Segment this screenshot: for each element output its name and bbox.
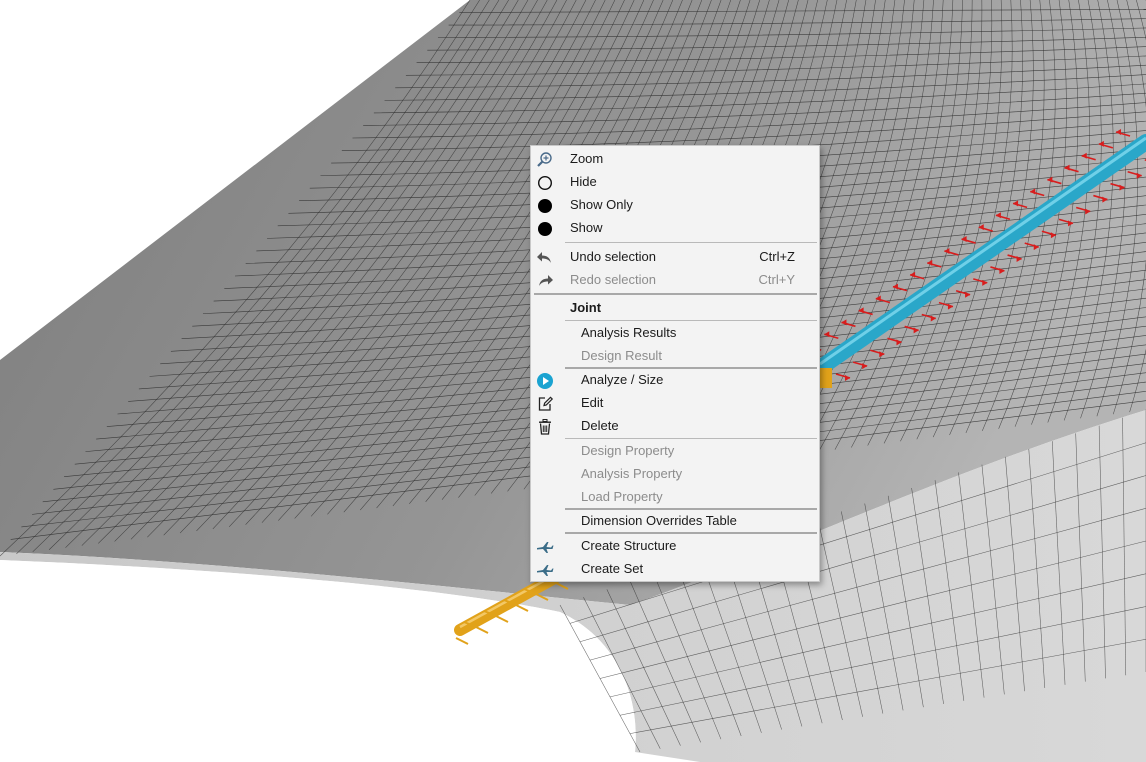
zoom-in-icon	[536, 151, 554, 169]
menu-header-label: Joint	[570, 300, 602, 315]
menu-item-create-structure[interactable]: Create Structure	[531, 535, 819, 558]
menu-item-delete[interactable]: Delete	[531, 415, 819, 438]
play-icon	[536, 372, 554, 390]
menu-separator	[565, 532, 817, 534]
menu-item-label: Load Property	[581, 489, 663, 504]
menu-item-redo-selection: Redo selection Ctrl+Y	[531, 269, 819, 292]
menu-separator	[534, 293, 817, 295]
menu-item-label: Hide	[570, 174, 597, 189]
hollow-circle-icon	[536, 174, 554, 192]
menu-item-label: Edit	[581, 395, 604, 410]
redo-icon	[536, 272, 554, 290]
menu-item-show[interactable]: Show	[531, 217, 819, 240]
menu-item-label: Analysis Property	[581, 466, 683, 481]
menu-separator	[565, 320, 817, 321]
menu-item-label: Show	[570, 220, 603, 235]
menu-item-design-property: Design Property	[531, 440, 819, 463]
aircraft-icon	[536, 561, 554, 579]
menu-item-create-set[interactable]: Create Set	[531, 558, 819, 581]
filled-circle-icon	[536, 197, 554, 215]
menu-separator	[565, 438, 817, 439]
filled-circle-icon	[536, 220, 554, 238]
joint-beam-orange-tip	[820, 368, 832, 388]
menu-item-hide[interactable]: Hide	[531, 171, 819, 194]
menu-item-edit[interactable]: Edit	[531, 392, 819, 415]
menu-item-undo-selection[interactable]: Undo selection Ctrl+Z	[531, 246, 819, 269]
trash-icon	[536, 418, 554, 436]
menu-item-analysis-results[interactable]: Analysis Results	[531, 322, 819, 345]
aircraft-icon	[536, 538, 554, 556]
menu-item-label: Design Property	[581, 443, 675, 458]
menu-header-joint: Joint	[531, 297, 819, 320]
menu-item-analyze-size[interactable]: Analyze / Size	[531, 369, 819, 392]
menu-item-label: Undo selection	[570, 249, 656, 264]
menu-item-label: Zoom	[570, 151, 604, 166]
menu-item-shortcut: Ctrl+Y	[758, 272, 795, 287]
menu-item-label: Create Structure	[581, 538, 677, 553]
menu-item-dimension-overrides-table[interactable]: Dimension Overrides Table	[531, 510, 819, 533]
menu-item-label: Show Only	[570, 197, 633, 212]
menu-item-shortcut: Ctrl+Z	[759, 249, 795, 264]
undo-icon	[536, 249, 554, 267]
menu-item-label: Analyze / Size	[581, 372, 664, 387]
context-menu[interactable]: Zoom Hide Show Only Show Undo selection …	[530, 145, 820, 582]
menu-item-load-property: Load Property	[531, 486, 819, 509]
menu-item-label: Analysis Results	[581, 325, 677, 340]
menu-item-design-result: Design Result	[531, 345, 819, 368]
edit-icon	[536, 395, 554, 413]
menu-item-label: Redo selection	[570, 272, 656, 287]
menu-item-zoom[interactable]: Zoom	[531, 148, 819, 171]
menu-item-label: Design Result	[581, 348, 662, 363]
menu-item-label: Create Set	[581, 561, 644, 576]
menu-item-label: Dimension Overrides Table	[581, 513, 737, 528]
menu-separator	[565, 242, 817, 243]
menu-item-show-only[interactable]: Show Only	[531, 194, 819, 217]
menu-item-label: Delete	[581, 418, 619, 433]
menu-item-analysis-property: Analysis Property	[531, 463, 819, 486]
